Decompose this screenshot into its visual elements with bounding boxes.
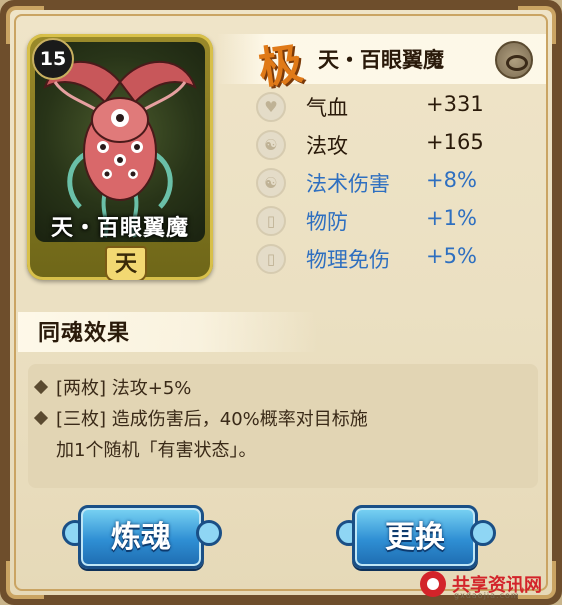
stat-row-magic-damage: ☯ 法术伤害 +8% xyxy=(256,164,546,202)
watermark-subtext: gxdaojia.com xyxy=(454,591,520,600)
item-name: 天・百眼翼魔 xyxy=(318,47,444,72)
stat-row-hp: ♥ 气血 +331 xyxy=(256,88,546,126)
watermark-logo-icon xyxy=(420,571,446,597)
button-ornament xyxy=(196,520,222,546)
stat-label: 物理免伤 xyxy=(306,248,390,272)
replace-button[interactable]: 更换 xyxy=(352,505,478,569)
stat-row-physical-defense: ▯ 物防 +1% xyxy=(256,202,546,240)
yinyang-icon: ☯ xyxy=(256,168,286,198)
diamond-bullet-icon xyxy=(33,379,49,395)
set-effect-line: [三枚] 造成伤害后，40%概率对目标施 xyxy=(33,405,368,431)
stat-value: +331 xyxy=(426,92,484,116)
shield-icon: ▯ xyxy=(256,244,286,274)
set-effect-title: 同魂效果 xyxy=(38,320,131,346)
stat-value: +1% xyxy=(426,206,477,230)
level-badge: 15 xyxy=(32,38,74,80)
button-ornament xyxy=(470,520,496,546)
ring-icon[interactable] xyxy=(495,41,533,79)
stat-row-magic-attack: ☯ 法攻 +165 xyxy=(256,126,546,164)
refine-button[interactable]: 炼魂 xyxy=(78,505,204,569)
stat-row-physical-reduction: ▯ 物理免伤 +5% xyxy=(256,240,546,278)
stat-label: 法攻 xyxy=(306,134,348,158)
yinyang-icon: ☯ xyxy=(256,130,286,160)
grade-mark: 极 xyxy=(255,38,306,95)
stat-value: +165 xyxy=(426,130,484,154)
stat-label: 物防 xyxy=(306,210,348,234)
set-effect-line: [两枚] 法攻+5% xyxy=(33,374,191,400)
card-tier-badge: 天 xyxy=(105,246,147,280)
card-title: 天・百眼翼魔 xyxy=(50,215,189,241)
shield-icon: ▯ xyxy=(256,206,286,236)
set-effect-box: [两枚] 法攻+5% [三枚] 造成伤害后，40%概率对目标施 加1个随机「有害… xyxy=(28,364,538,488)
frame-corner-ornament xyxy=(6,561,44,599)
stat-label: 法术伤害 xyxy=(306,172,390,196)
stat-label: 气血 xyxy=(306,96,348,120)
set-effect-line-continuation: 加1个随机「有害状态」。 xyxy=(56,440,257,461)
stat-list: ♥ 气血 +331 ☯ 法攻 +165 ☯ 法术伤害 +8% ▯ 物防 +1% … xyxy=(256,88,546,278)
heart-icon: ♥ xyxy=(256,92,286,122)
stat-value: +5% xyxy=(426,244,477,268)
stat-value: +8% xyxy=(426,168,477,192)
diamond-bullet-icon xyxy=(33,410,49,426)
site-watermark: 共享资讯网 gxdaojia.com xyxy=(414,565,562,605)
